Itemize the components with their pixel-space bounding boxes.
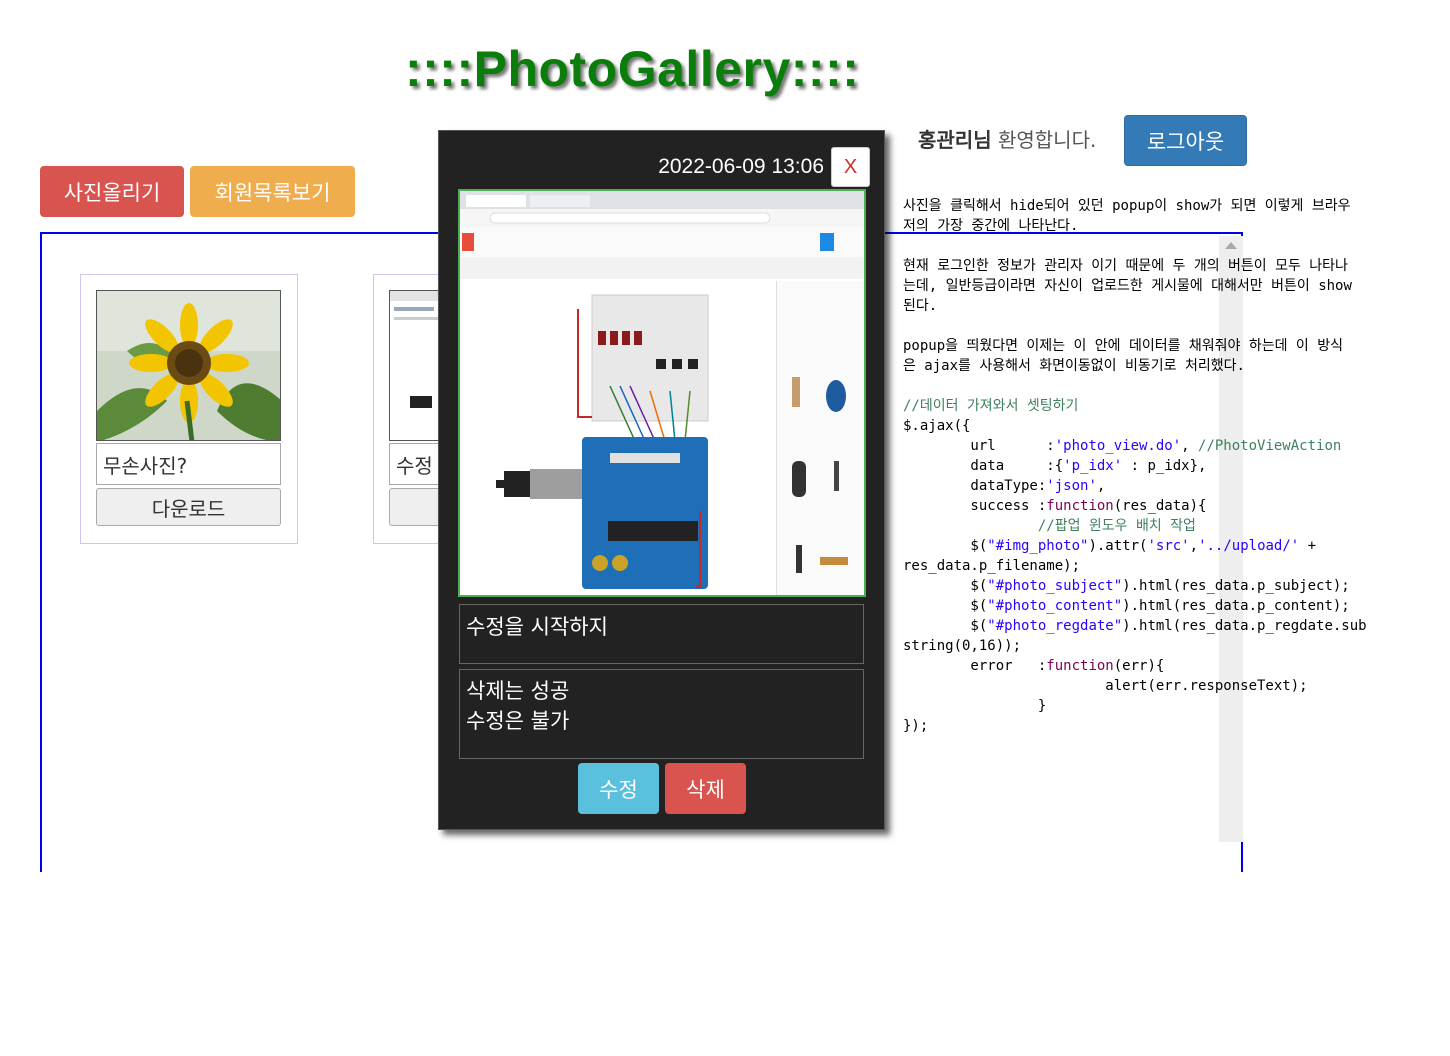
upload-photo-button[interactable]: 사진올리기 <box>40 166 184 217</box>
photo-regdate: 2022-06-09 13:06 <box>658 155 824 178</box>
circuit-screenshot-image <box>460 191 864 595</box>
edit-button[interactable]: 수정 <box>578 763 659 814</box>
sunflower-image <box>97 291 280 440</box>
note-paragraph: 현재 로그인한 정보가 관리자 이기 때문에 두 개의 버튼이 모두 나타나는데… <box>903 258 1352 314</box>
close-button[interactable]: X <box>831 147 870 187</box>
popup-photo <box>458 189 866 597</box>
welcome-message: 홍관리님 환영합니다. <box>918 124 1096 153</box>
code-snippet: //데이터 가져와서 셋팅하기 $.ajax({ url :'photo_vie… <box>903 398 1367 734</box>
logout-button[interactable]: 로그아웃 <box>1124 115 1247 166</box>
page-title: ::::PhotoGallery:::: <box>405 41 860 97</box>
popup-subject: 수정을 시작하지 <box>459 604 864 664</box>
member-list-button[interactable]: 회원목록보기 <box>190 166 355 217</box>
note-paragraph: 사진을 클릭해서 hide되어 있던 popup이 show가 되면 이렇게 브… <box>903 198 1351 234</box>
note-paragraph: popup을 띄웠다면 이제는 이 안에 데이터를 채워줘야 하는데 이 방식은… <box>903 338 1344 374</box>
photo-thumbnail[interactable] <box>96 290 281 441</box>
welcome-text: 환영합니다. <box>991 128 1097 152</box>
notes-text: 사진을 클릭해서 hide되어 있던 popup이 show가 되면 이렇게 브… <box>903 196 1353 376</box>
photo-popup: 2022-06-09 13:06 X 수정을 시작하지 삭제는 성공 수정은 불… <box>438 130 885 830</box>
photo-subject: 무손사진? <box>96 443 281 485</box>
popup-content: 삭제는 성공 수정은 불가 <box>459 669 864 759</box>
user-name: 홍관리님 <box>918 128 992 152</box>
download-button[interactable]: 다운로드 <box>96 488 281 526</box>
photo-card: 무손사진? 다운로드 <box>80 274 298 544</box>
delete-button[interactable]: 삭제 <box>665 763 746 814</box>
